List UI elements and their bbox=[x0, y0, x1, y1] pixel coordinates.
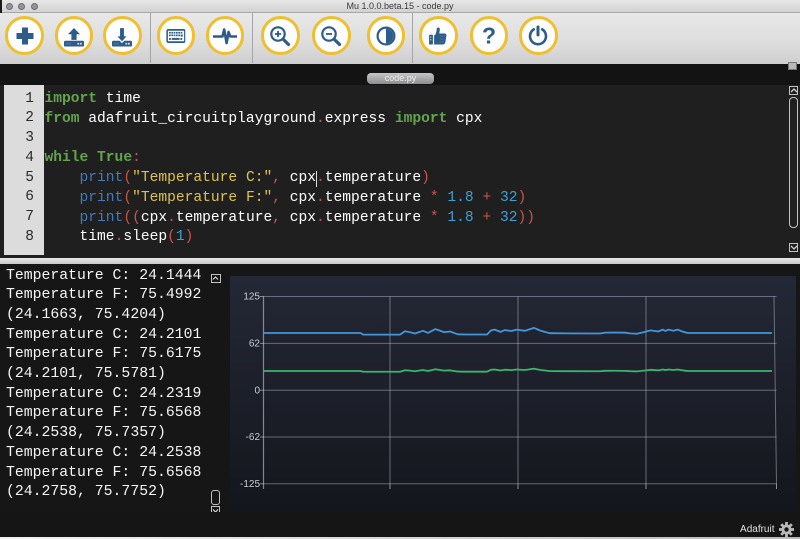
svg-text:125: 125 bbox=[243, 292, 260, 303]
svg-text:0: 0 bbox=[254, 386, 260, 397]
svg-text:-125: -125 bbox=[240, 479, 260, 490]
svg-text:-62: -62 bbox=[246, 432, 261, 443]
svg-text:62: 62 bbox=[249, 339, 261, 350]
svg-text:?: ? bbox=[482, 23, 496, 49]
